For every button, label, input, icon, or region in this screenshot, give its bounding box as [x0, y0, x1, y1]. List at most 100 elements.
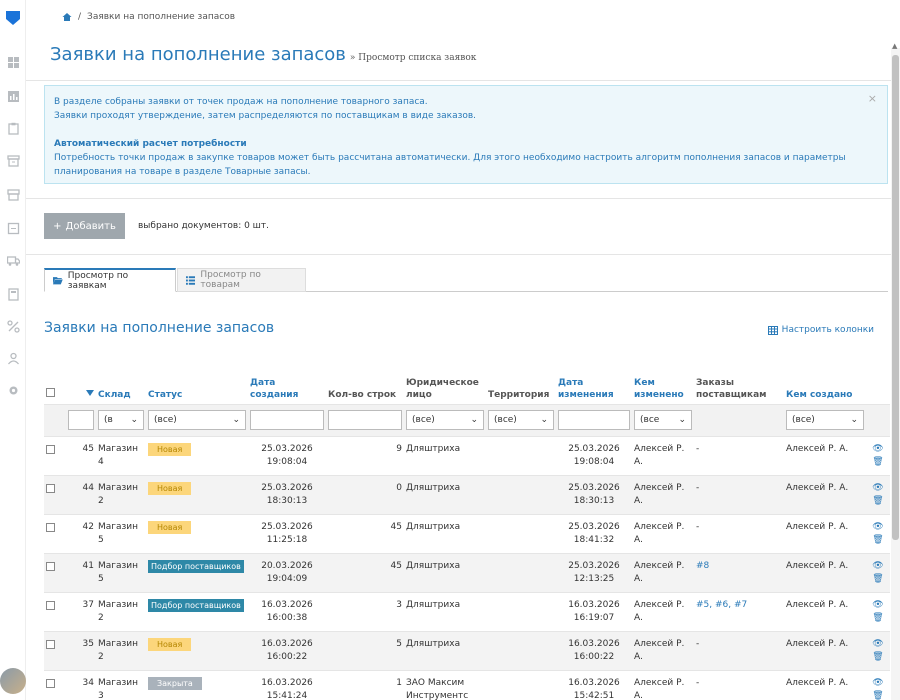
cell-warehouse: Магазин 4	[96, 435, 146, 475]
chevron-down-icon: ⌄	[850, 415, 858, 425]
rows-filter-input[interactable]	[328, 410, 402, 430]
tab-by-products[interactable]: Просмотр по товарам	[177, 268, 306, 292]
row-checkbox[interactable]	[46, 600, 55, 610]
created-by-filter-select[interactable]: (все) ⌄	[786, 410, 864, 430]
legal-filter-select[interactable]: (все) ⌄	[406, 410, 484, 430]
territory-filter-select[interactable]: (все) ⌄	[488, 410, 554, 430]
view-eye-icon[interactable]: 👁	[868, 599, 888, 612]
archive-icon[interactable]	[7, 154, 20, 167]
tab-by-requests[interactable]: Просмотр по заявкам	[44, 268, 176, 292]
table-row[interactable]: 41 Магазин 5 Подбор поставщиков 20.03.2026 1…	[44, 552, 890, 592]
view-eye-icon[interactable]: 👁	[868, 443, 888, 456]
package-icon[interactable]	[7, 222, 20, 235]
cell-actions: 👁 🗑	[866, 630, 890, 670]
percent-icon[interactable]	[7, 320, 20, 333]
table-row[interactable]: 44 Магазин 2 Новая 25.03.2026 18:30:13 0 Дляшт…	[44, 474, 890, 514]
warehouse-filter-select[interactable]: (в ⌄	[98, 410, 144, 430]
cell-modified: 16.03.2026 15:42:51	[556, 669, 632, 700]
select-all-checkbox[interactable]	[46, 387, 55, 397]
row-checkbox[interactable]	[46, 678, 55, 688]
configure-columns-label: Настроить колонки	[781, 325, 874, 335]
cell-orders[interactable]: #8	[694, 552, 784, 592]
table-row[interactable]: 37 Магазин 2 Подбор поставщиков 16.03.2026 1…	[44, 591, 890, 631]
modified-filter-input[interactable]	[558, 410, 630, 430]
cell-legal: Дляштриха	[404, 435, 486, 475]
table-row[interactable]: 45 Магазин 4 Новая 25.03.2026 19:08:04 9 Дляшт…	[44, 435, 890, 475]
app-logo-icon[interactable]	[5, 10, 21, 26]
created-filter-input[interactable]	[250, 410, 324, 430]
modified-by-filter-select[interactable]: (все ⌄	[634, 410, 692, 430]
tab-label: Просмотр по товарам	[200, 270, 261, 290]
scroll-up-icon[interactable]: ▲	[892, 42, 899, 50]
cell-territory	[486, 474, 556, 514]
alert-close-button[interactable]: ×	[868, 92, 877, 106]
column-modified-by[interactable]: Кем изменено	[632, 367, 694, 404]
reports-icon[interactable]	[7, 90, 20, 103]
delete-trash-icon[interactable]: 🗑	[868, 612, 888, 625]
status-filter-select[interactable]: (все) ⌄	[148, 410, 246, 430]
sort-header[interactable]	[66, 367, 96, 404]
cell-orders: -	[694, 630, 784, 670]
column-warehouse[interactable]: Склад	[96, 367, 146, 404]
view-eye-icon[interactable]: 👁	[868, 560, 888, 573]
row-select-cell	[44, 474, 66, 514]
list-icon	[186, 275, 196, 285]
table-row[interactable]: 35 Магазин 2 Новая 16.03.2026 16:00:22 5 Дляшт…	[44, 630, 890, 670]
gear-icon[interactable]	[7, 384, 20, 397]
breadcrumb: / Заявки на пополнение запасов	[62, 12, 235, 22]
add-button[interactable]: + Добавить	[44, 213, 125, 239]
row-checkbox[interactable]	[46, 444, 55, 454]
column-status[interactable]: Статус	[146, 367, 248, 404]
column-created-by[interactable]: Кем создано	[784, 367, 866, 404]
column-modified[interactable]: Дата изменения	[556, 367, 632, 404]
delete-trash-icon[interactable]: 🗑	[868, 651, 888, 664]
delete-trash-icon[interactable]: 🗑	[868, 495, 888, 508]
modified-time: 12:13:25	[573, 573, 615, 584]
created-date: 25.03.2026	[261, 482, 313, 493]
delete-trash-icon[interactable]: 🗑	[868, 573, 888, 586]
table-row[interactable]: 34 Магазин 3 Закрыта 16.03.2026 15:41:24 1 ЗАО…	[44, 669, 890, 700]
row-checkbox[interactable]	[46, 483, 55, 493]
delete-trash-icon[interactable]: 🗑	[868, 456, 888, 469]
cell-rows: 9	[326, 435, 404, 475]
table-icon	[767, 325, 778, 335]
store-icon[interactable]	[7, 188, 20, 201]
home-icon[interactable]	[62, 12, 72, 22]
divider	[26, 198, 900, 199]
truck-icon[interactable]	[7, 254, 20, 267]
view-eye-icon[interactable]: 👁	[868, 638, 888, 651]
row-checkbox[interactable]	[46, 639, 55, 649]
cell-actions: 👁 🗑	[866, 435, 890, 475]
calculator-icon[interactable]	[7, 288, 20, 301]
column-created[interactable]: Дата создания	[248, 367, 326, 404]
created-time: 18:30:13	[266, 495, 308, 506]
clipboard-icon[interactable]	[7, 122, 20, 135]
status-badge: Новая	[148, 481, 192, 495]
cell-warehouse: Магазин 3	[96, 669, 146, 700]
cell-created-by: Алексей Р. А.	[784, 552, 866, 592]
cell-modified-by: Алексей Р. А.	[632, 669, 694, 700]
delete-trash-icon[interactable]: 🗑	[868, 534, 888, 547]
cell-modified: 16.03.2026 16:19:07	[556, 591, 632, 631]
id-filter-input[interactable]	[68, 410, 94, 430]
scrollbar-thumb[interactable]	[892, 55, 899, 540]
dashboard-icon[interactable]	[7, 56, 20, 69]
user-icon[interactable]	[7, 352, 20, 365]
alert-line: Заявки проходят утверждение, затем распр…	[54, 111, 477, 121]
view-eye-icon[interactable]: 👁	[868, 521, 888, 534]
select-all-header	[44, 367, 66, 404]
configure-columns-link[interactable]: Настроить колонки	[767, 325, 874, 335]
row-select-cell	[44, 435, 66, 475]
row-checkbox[interactable]	[46, 561, 55, 571]
avatar[interactable]	[0, 668, 26, 694]
view-eye-icon[interactable]: 👁	[868, 482, 888, 495]
cell-orders[interactable]: #5, #6, #7	[694, 591, 784, 631]
cell-actions: 👁 🗑	[866, 669, 890, 700]
table-row[interactable]: 42 Магазин 5 Новая 25.03.2026 11:25:18 45 Дляш…	[44, 513, 890, 553]
cell-orders: -	[694, 513, 784, 553]
status-badge: Закрыта	[148, 676, 202, 690]
created-time: 19:04:09	[266, 573, 308, 584]
row-checkbox[interactable]	[46, 522, 55, 532]
delete-trash-icon[interactable]: 🗑	[868, 690, 888, 700]
view-eye-icon[interactable]: 👁	[868, 677, 888, 690]
